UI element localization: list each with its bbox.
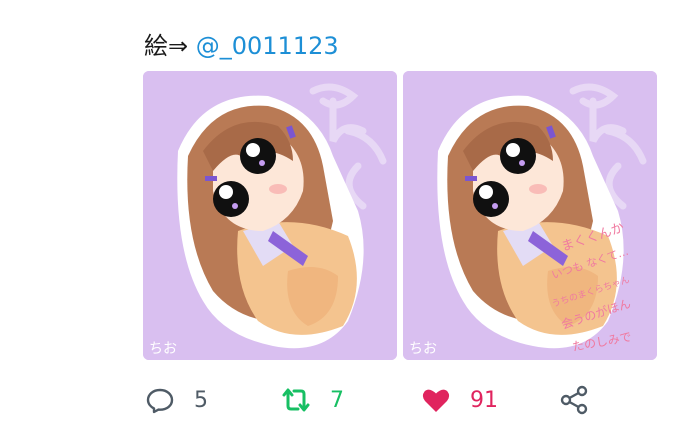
tweet-text-prefix: 絵⇒ <box>144 32 196 60</box>
tweet-actions: 5 7 91 <box>140 378 610 422</box>
illustration-girl-2: まくくんか いつも なくて… うちのまくらちゃん 会うのがほん たのしみで ちお <box>403 71 657 360</box>
mention-link[interactable]: @_0011123 <box>196 32 339 60</box>
signature-1: ちお <box>149 341 177 357</box>
share-icon <box>558 384 590 416</box>
media-image-1[interactable]: ちお <box>143 71 397 360</box>
reply-count: 5 <box>194 387 208 413</box>
heart-icon <box>420 384 452 416</box>
reply-icon <box>144 384 176 416</box>
media-image-2[interactable]: まくくんか いつも なくて… うちのまくらちゃん 会うのがほん たのしみで ちお <box>403 71 657 360</box>
tweet-text: 絵⇒ @_0011123 <box>144 26 339 61</box>
retweet-count: 7 <box>330 387 344 413</box>
signature-2: ちお <box>409 341 437 357</box>
retweet-button[interactable]: 7 <box>280 378 344 422</box>
retweet-icon <box>280 384 312 416</box>
illustration-girl-1: ちお <box>143 71 397 360</box>
media-grid: ちお まくくんか いつも なくて… うちのまくらちゃん 会うのがほん たのしみで… <box>143 71 657 360</box>
share-button[interactable] <box>558 378 590 422</box>
reply-button[interactable]: 5 <box>144 378 208 422</box>
like-count: 91 <box>470 387 498 413</box>
like-button[interactable]: 91 <box>420 378 498 422</box>
